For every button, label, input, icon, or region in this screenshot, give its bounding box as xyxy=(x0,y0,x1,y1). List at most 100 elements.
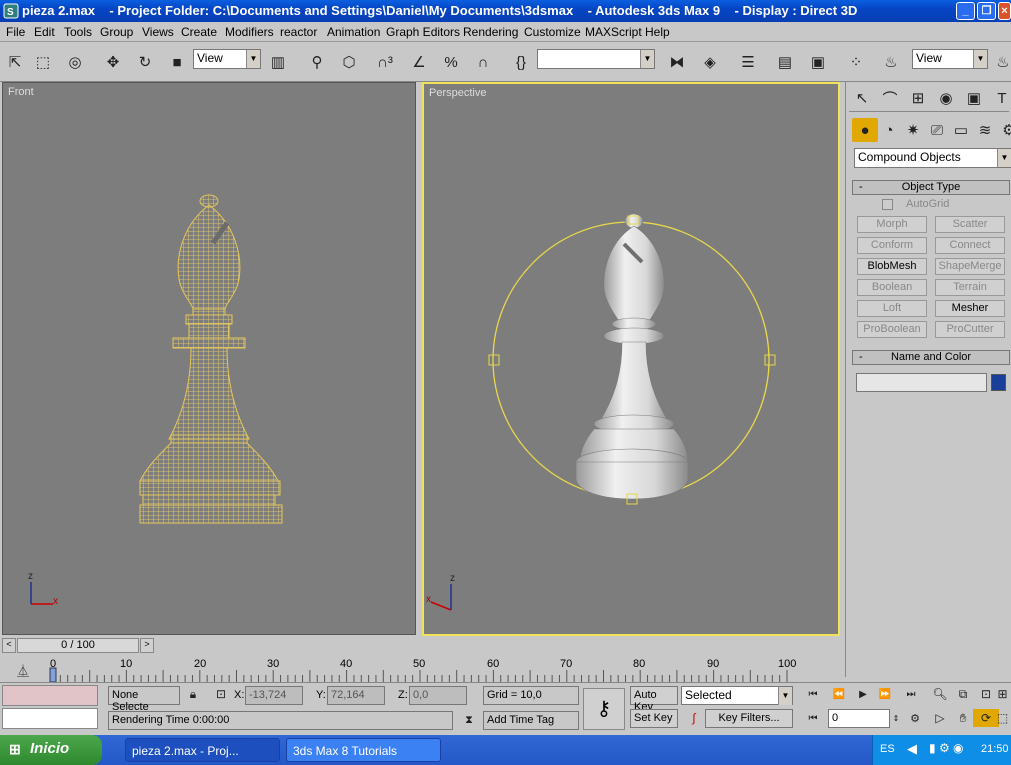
pivot-center-icon[interactable]: ▥ xyxy=(265,50,291,74)
boolean-button[interactable]: Boolean xyxy=(857,279,927,296)
display-tab-icon[interactable]: ▣ xyxy=(961,86,987,110)
y-coord-field[interactable]: 72,164 xyxy=(327,686,385,705)
next-frame-icon[interactable]: ⏩ xyxy=(872,685,898,703)
scatter-button[interactable]: Scatter xyxy=(935,216,1005,233)
add-time-tag-button[interactable]: Add Time Tag xyxy=(483,711,579,730)
menu-create[interactable]: Create xyxy=(181,25,217,39)
time-config-icon[interactable]: ⚙ xyxy=(902,709,928,727)
render-view-dropdown[interactable]: View ▼ xyxy=(912,49,988,69)
layer-manager-icon[interactable]: ☰ xyxy=(735,50,761,74)
menu-customize[interactable]: Customize xyxy=(524,25,581,39)
conform-button[interactable]: Conform xyxy=(857,237,927,254)
terrain-button[interactable]: Terrain xyxy=(935,279,1005,296)
create-tab-icon[interactable]: ↖ xyxy=(849,86,875,110)
set-key-button[interactable]: Set Key xyxy=(630,709,678,728)
curve-editor-icon[interactable]: ▤ xyxy=(772,50,798,74)
shapemerge-button[interactable]: ShapeMerge xyxy=(935,258,1005,275)
close-button[interactable]: × xyxy=(998,2,1011,20)
minimize-button[interactable]: _ xyxy=(956,2,975,20)
taskbar-item-tutorials[interactable]: 3ds Max 8 Tutorials xyxy=(286,738,441,762)
key-mode-dropdown[interactable]: Selected ▼ xyxy=(681,686,793,705)
manipulate-icon[interactable]: ⚲ xyxy=(304,50,330,74)
geometry-icon[interactable]: ● xyxy=(852,118,878,142)
spacewarps-icon[interactable]: ≋ xyxy=(972,118,998,142)
hierarchy-tab-icon[interactable]: ⊞ xyxy=(905,86,931,110)
menu-modifiers[interactable]: Modifiers xyxy=(225,25,274,39)
menu-file[interactable]: File xyxy=(6,25,25,39)
schematic-view-icon[interactable]: ▣ xyxy=(805,50,831,74)
menu-animation[interactable]: Animation xyxy=(327,25,380,39)
menu-graph-editors[interactable]: Graph Editors xyxy=(386,25,460,39)
tray-icons[interactable]: ▮ ⚙ ◉ xyxy=(929,741,964,755)
connect-button[interactable]: Connect xyxy=(935,237,1005,254)
perspective-viewport[interactable]: Perspective z x xyxy=(422,82,840,636)
menu-group[interactable]: Group xyxy=(100,25,133,39)
key-filters-button[interactable]: Key Filters... xyxy=(705,709,793,728)
procutter-button[interactable]: ProCutter xyxy=(935,321,1005,338)
scale-icon[interactable]: ■ xyxy=(164,50,190,74)
default-tangent-icon[interactable]: ∫ xyxy=(681,709,707,727)
tray-arrow-icon[interactable]: ◀ xyxy=(907,741,917,757)
object-color-swatch[interactable] xyxy=(991,374,1006,391)
transform-mode-icon[interactable]: ⊡ xyxy=(208,685,234,703)
previous-frame-icon[interactable]: ⏪ xyxy=(826,685,852,703)
angle-snap-icon[interactable]: ∠ xyxy=(406,50,432,74)
mesher-button[interactable]: Mesher xyxy=(935,300,1005,317)
x-coord-field[interactable]: -13,724 xyxy=(245,686,303,705)
render-scene-icon[interactable]: ♨ xyxy=(878,50,904,74)
time-tag-icon[interactable]: ⧗ xyxy=(456,711,482,729)
shapes-icon[interactable]: ◔ xyxy=(876,118,902,142)
next-frame-button[interactable]: > xyxy=(140,638,154,653)
time-slider[interactable]: 0 / 100 xyxy=(17,638,139,653)
menu-views[interactable]: Views xyxy=(142,25,174,39)
cameras-icon[interactable]: ⎚ xyxy=(924,118,950,142)
named-selection-icon[interactable]: {} xyxy=(508,50,534,74)
mini-curve-editor-icon[interactable]: ⏅ xyxy=(10,658,36,682)
maxscript-listener[interactable] xyxy=(2,685,98,706)
modify-tab-icon[interactable]: ⌒ xyxy=(877,86,903,110)
name-color-rollout-header[interactable]: - Name and Color xyxy=(852,350,1010,365)
menu-tools[interactable]: Tools xyxy=(64,25,92,39)
loft-button[interactable]: Loft xyxy=(857,300,927,317)
object-name-input[interactable] xyxy=(856,373,987,392)
auto-key-button[interactable]: Auto Key xyxy=(630,686,678,713)
go-to-end-icon[interactable]: ⏭ xyxy=(898,685,924,703)
set-key-icon[interactable]: ⚷ xyxy=(583,688,625,730)
category-dropdown[interactable]: Compound Objects ▼ xyxy=(854,148,1011,168)
z-coord-field[interactable]: 0,0 xyxy=(409,686,467,705)
lock-selection-icon[interactable]: 🔒︎ xyxy=(180,685,206,703)
menu-maxscript[interactable]: MAXScript xyxy=(585,25,642,39)
blobmesh-button[interactable]: BlobMesh xyxy=(857,258,927,275)
go-to-start-icon[interactable]: ⏮ xyxy=(800,685,826,703)
keyboard-shortcut-icon[interactable]: ⬡ xyxy=(336,50,362,74)
autogrid-checkbox[interactable] xyxy=(882,199,893,210)
move-icon[interactable]: ✥ xyxy=(100,50,126,74)
start-button[interactable]: ⊞ Inicio xyxy=(0,735,102,765)
lights-icon[interactable]: ✷ xyxy=(900,118,926,142)
mirror-icon[interactable]: ⧓ xyxy=(664,50,690,74)
motion-tab-icon[interactable]: ◉ xyxy=(933,86,959,110)
select-link-icon[interactable]: ⇱ xyxy=(2,50,28,74)
morph-button[interactable]: Morph xyxy=(857,216,927,233)
select-region-icon[interactable]: ⬚ xyxy=(30,50,56,74)
ref-coord-dropdown[interactable]: View ▼ xyxy=(193,49,261,69)
window-crossing-icon[interactable]: ◎ xyxy=(62,50,88,74)
key-mode-toggle-icon[interactable]: ⏮ xyxy=(800,709,826,727)
material-editor-icon[interactable]: ⁘ xyxy=(843,50,869,74)
helpers-icon[interactable]: ▭ xyxy=(948,118,974,142)
align-icon[interactable]: ◈ xyxy=(697,50,723,74)
frame-spinner-icon[interactable]: ⇕ xyxy=(890,709,902,727)
menu-help[interactable]: Help xyxy=(645,25,670,39)
maxscript-input[interactable] xyxy=(2,708,98,729)
systems-icon[interactable]: ⚙ xyxy=(996,118,1011,142)
front-viewport[interactable]: Front z x xyxy=(2,82,416,635)
quick-render-icon[interactable]: ♨ xyxy=(990,50,1011,74)
named-selection-dropdown[interactable]: ▼ xyxy=(537,49,655,69)
spinner-snap-icon[interactable]: ∩ xyxy=(470,50,496,74)
utilities-tab-icon[interactable]: T xyxy=(989,86,1011,110)
percent-snap-icon[interactable]: % xyxy=(438,50,464,74)
object-type-rollout-header[interactable]: - Object Type xyxy=(852,180,1010,195)
language-indicator[interactable]: ES xyxy=(880,743,895,755)
taskbar-item-3dsmax[interactable]: pieza 2.max - Proj... xyxy=(125,738,280,762)
snap-3d-icon[interactable]: ∩³ xyxy=(372,50,398,74)
